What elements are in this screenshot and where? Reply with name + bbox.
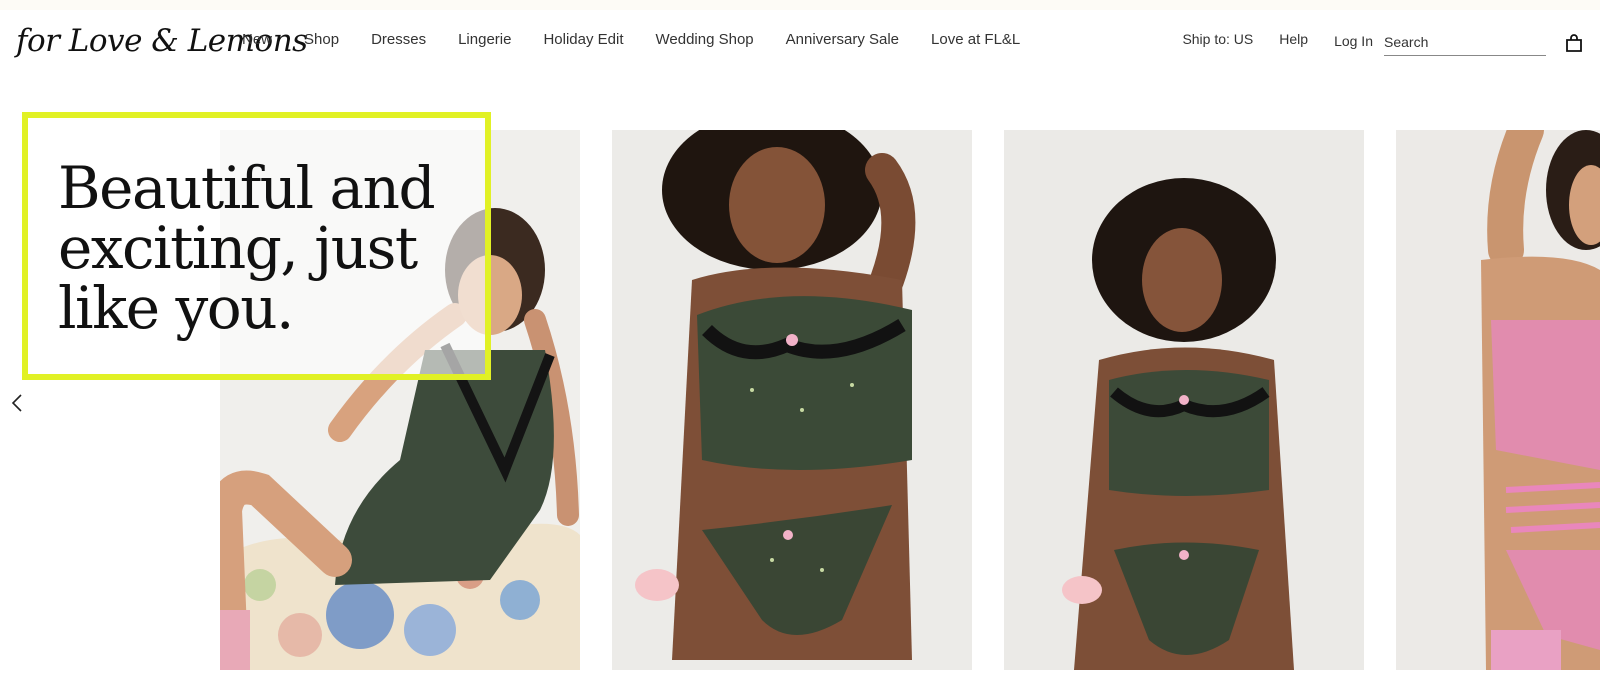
hero-slide-3[interactable] (1004, 130, 1364, 670)
carousel-prev-glyph (11, 394, 22, 412)
nav-item-new[interactable]: New (242, 31, 272, 48)
nav-item-holiday-edit[interactable]: Holiday Edit (543, 31, 623, 48)
main-nav: New Shop Dresses Lingerie Holiday Edit W… (242, 31, 1052, 48)
utility-bar: Ship to: US Help Log In (1182, 30, 1600, 56)
hero-slide-2[interactable] (612, 130, 972, 670)
nav-item-anniversary-sale[interactable]: Anniversary Sale (786, 31, 899, 48)
shopping-bag-icon[interactable] (1562, 31, 1586, 55)
chevron-left-icon[interactable] (6, 390, 28, 416)
nav-item-love-at-fll[interactable]: Love at FL&L (931, 31, 1020, 48)
login-link[interactable]: Log In (1334, 33, 1373, 49)
search-field (1384, 30, 1546, 56)
shopping-bag-glyph (1566, 34, 1582, 52)
site-header: for Love & Lemons New Shop Dresses Linge… (0, 10, 1600, 72)
nav-item-shop[interactable]: Shop (304, 31, 339, 48)
ship-to-link[interactable]: Ship to: US (1182, 31, 1253, 47)
model-photo-floral-set-2 (1004, 130, 1364, 670)
headline-highlight-box: Beautiful and exciting, just like you. (22, 112, 491, 380)
model-photo-pink-lace (1396, 130, 1600, 670)
hero-headline: Beautiful and exciting, just like you. (58, 154, 436, 342)
model-photo-floral-set (612, 130, 972, 670)
hero-carousel: Beautiful and exciting, just like you. (0, 72, 1600, 682)
nav-item-dresses[interactable]: Dresses (371, 31, 426, 48)
nav-item-wedding-shop[interactable]: Wedding Shop (656, 31, 754, 48)
nav-item-lingerie[interactable]: Lingerie (458, 31, 511, 48)
hero-slide-4[interactable] (1396, 130, 1600, 670)
search-input[interactable] (1384, 30, 1546, 54)
top-strip (0, 0, 1600, 10)
help-link[interactable]: Help (1279, 31, 1308, 47)
